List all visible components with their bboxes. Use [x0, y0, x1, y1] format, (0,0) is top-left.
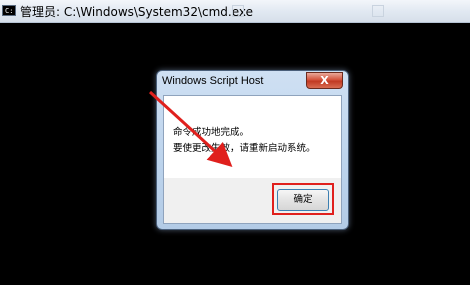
- console-title-bar: C: 管理员: C:\Windows\System32\cmd.exe: [0, 0, 470, 23]
- script-host-dialog: Windows Script Host X 命令成功地完成。 要使更改生效，请重…: [156, 70, 349, 230]
- message-line-2: 要使更改生效，请重新启动系统。: [173, 143, 316, 154]
- message-area: 命令成功地完成。 要使更改生效，请重新启动系统。: [164, 96, 341, 178]
- dialog-title: Windows Script Host: [162, 75, 264, 87]
- faded-toolbar-icon: [372, 4, 387, 18]
- dialog-body: 命令成功地完成。 要使更改生效，请重新启动系统。 确定: [163, 95, 342, 224]
- window-title: 管理员: C:\Windows\System32\cmd.exe: [20, 5, 253, 19]
- faded-toolbar-icon: [232, 4, 247, 18]
- close-button[interactable]: X: [306, 72, 343, 89]
- highlight-box: [272, 183, 334, 215]
- message-line-1: 命令成功地完成。: [173, 127, 250, 138]
- console-icon: C:: [2, 5, 16, 16]
